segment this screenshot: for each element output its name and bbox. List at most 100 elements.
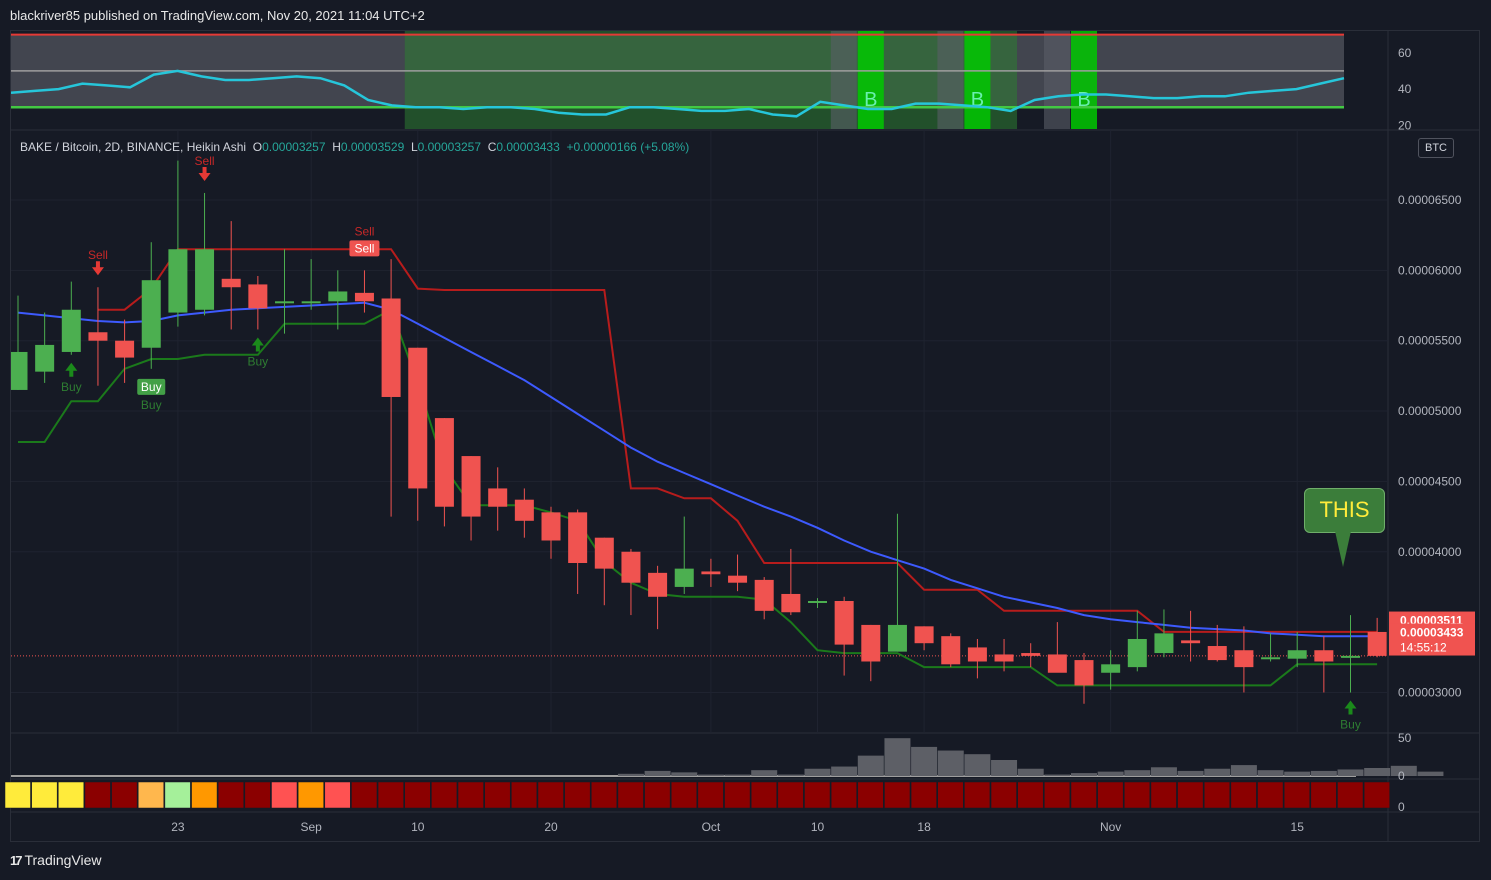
legend-change-value: +0.00000166 (+5.08%) xyxy=(566,140,690,154)
heat-cell xyxy=(351,781,378,809)
footer-branding: 17 TradingView xyxy=(10,852,102,868)
heat-cell xyxy=(1124,781,1151,809)
candle-body xyxy=(1101,664,1121,673)
sell-signal-box-label: Sell xyxy=(354,241,374,255)
heat-cell xyxy=(1070,781,1097,809)
heat-cell xyxy=(1310,781,1337,809)
rsi-panel: BBB xyxy=(11,31,1345,129)
candle-body xyxy=(621,551,641,583)
buy-arrow-icon xyxy=(1344,700,1357,715)
rsi-b-shade xyxy=(1044,31,1070,129)
heat-cell xyxy=(564,781,591,809)
candle-body xyxy=(488,488,508,507)
legend-open-value: 0.00003257 xyxy=(262,140,326,154)
volume-bar xyxy=(884,738,911,776)
candle-body xyxy=(887,624,907,652)
volume-bar xyxy=(617,773,644,776)
legend-low-label: L xyxy=(410,140,418,154)
volume-bar xyxy=(1310,770,1337,776)
heat-cell xyxy=(1044,781,1071,809)
heat-cell xyxy=(217,781,244,809)
heat-cell xyxy=(591,781,618,809)
volume-bar xyxy=(1017,768,1044,776)
candle-body xyxy=(781,593,801,613)
rsi-tick-label: 40 xyxy=(1398,82,1412,96)
candle-body xyxy=(141,280,161,348)
heat-cell xyxy=(271,781,298,809)
price-tick-label: 0.00005000 xyxy=(1398,404,1462,418)
heat-cell xyxy=(990,781,1017,809)
volume-tick-label: 50 xyxy=(1398,731,1412,745)
heat-cell xyxy=(431,781,458,809)
candle-body xyxy=(701,571,721,575)
buy-signal-label: Buy xyxy=(141,398,162,412)
buy-arrow-icon xyxy=(65,362,78,377)
candle-body xyxy=(1261,657,1281,660)
heat-cell xyxy=(724,781,751,809)
heat-cell xyxy=(31,781,58,809)
heat-cell xyxy=(84,781,111,809)
candle-body xyxy=(301,301,321,304)
time-tick-label: Nov xyxy=(1100,820,1121,834)
heat-cell xyxy=(804,781,831,809)
volume-bar xyxy=(1257,770,1284,776)
candle-body xyxy=(1181,640,1201,644)
candle-body xyxy=(11,351,28,390)
heat-cell xyxy=(484,781,511,809)
rsi-b-bar xyxy=(1071,31,1097,129)
heat-cell xyxy=(937,781,964,809)
heat-cell xyxy=(4,781,31,809)
heat-cell xyxy=(671,781,697,809)
heat-cell xyxy=(191,781,218,809)
price-tick-label: 0.00003000 xyxy=(1398,685,1462,699)
volume-bar xyxy=(1364,768,1391,776)
legend-open-label: O xyxy=(252,140,263,154)
time-tick-label: 23 xyxy=(171,820,185,834)
candle-body xyxy=(434,418,454,507)
tradingview-logo-icon: 17 xyxy=(10,852,23,868)
moving-average-line xyxy=(17,301,1378,638)
heat-cell xyxy=(1017,781,1044,809)
candle-body xyxy=(221,278,241,288)
time-tick-label: 15 xyxy=(1291,820,1305,834)
heat-cell xyxy=(377,781,404,809)
candle-body xyxy=(754,579,774,611)
sell-arrow-icon xyxy=(91,261,104,276)
buy-signal-box-label: Buy xyxy=(141,380,162,394)
sell-signal-label: Sell xyxy=(88,248,108,262)
candle-body xyxy=(861,624,881,662)
heat-cell xyxy=(1283,781,1310,809)
volume-bar xyxy=(697,774,724,776)
volume-bar xyxy=(991,760,1018,776)
candle-body xyxy=(941,636,961,665)
heat-cell xyxy=(111,781,138,809)
rsi-b-bar xyxy=(857,31,884,129)
this-annotation-pointer xyxy=(1335,531,1351,567)
candle-body xyxy=(115,340,135,358)
volume-bar xyxy=(1230,765,1257,776)
buy-signal-label: Buy xyxy=(61,380,82,394)
volume-bar xyxy=(1284,771,1311,776)
rsi-b-shade xyxy=(937,31,964,129)
candle-body xyxy=(728,575,748,583)
legend-high-value: 0.00003529 xyxy=(340,140,405,154)
legend-high-label: H xyxy=(332,140,341,154)
volume-bar xyxy=(857,755,884,776)
candle-body xyxy=(994,654,1014,662)
time-tick-label: 10 xyxy=(811,820,825,834)
volume-bar xyxy=(1417,771,1444,776)
candle-body xyxy=(514,499,534,521)
heat-cell xyxy=(244,781,271,809)
legend-symbol[interactable]: BAKE / Bitcoin, 2D, BINANCE, Heikin Ashi xyxy=(20,140,246,154)
chart-canvas[interactable]: 0.00006500 0.00006000 0.00005500 0.00005000… xyxy=(0,0,1491,880)
heat-cell xyxy=(777,781,804,809)
heat-cell xyxy=(511,781,538,809)
heat-cell xyxy=(1257,781,1284,809)
sell-arrow-icon xyxy=(198,166,211,181)
heat-cell xyxy=(324,781,351,809)
volume-bar xyxy=(777,774,804,776)
heat-cell xyxy=(644,781,671,809)
this-annotation: THIS xyxy=(1304,488,1385,533)
volume-bar xyxy=(1204,768,1231,776)
currency-tag[interactable]: BTC xyxy=(1418,138,1454,158)
